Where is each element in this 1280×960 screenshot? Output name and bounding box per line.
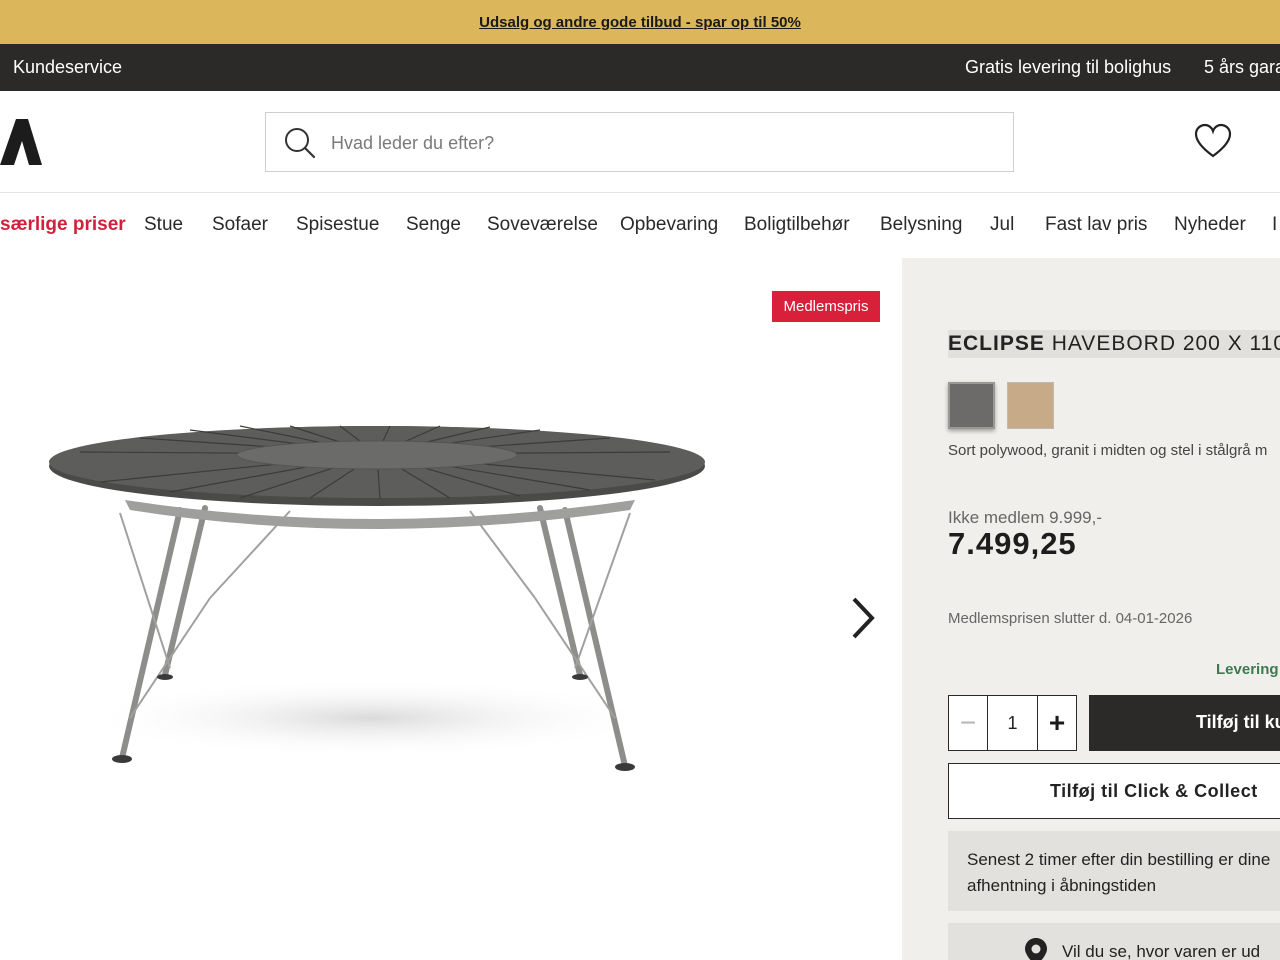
nav-item-stue[interactable]: Stue — [144, 214, 183, 236]
category-nav: særlige priser Stue Sofaer Spisestue Sen… — [0, 194, 1280, 258]
chevron-right-icon[interactable] — [840, 593, 884, 643]
variant-description: Sort polywood, granit i midten og stel i… — [948, 442, 1268, 459]
site-header — [0, 91, 1280, 193]
quantity-stepper: − 1 + — [948, 695, 1077, 751]
add-to-cart-button[interactable]: Tilføj til ku — [1089, 695, 1280, 751]
search-box[interactable] — [265, 112, 1014, 172]
product-title: ECLIPSE HAVEBORD 200 X 110 X — [948, 330, 1280, 358]
nav-item-special-prices[interactable]: særlige priser — [0, 214, 126, 236]
nav-item-belysning[interactable]: Belysning — [880, 214, 962, 236]
member-price-end-date: Medlemsprisen slutter d. 04-01-2026 — [948, 610, 1193, 627]
pickup-info-line-2: afhentning i åbningstiden — [967, 876, 1157, 895]
heart-icon[interactable] — [1194, 123, 1232, 159]
product-image — [49, 425, 705, 771]
non-member-price: Ikke medlem 9.999,- — [948, 508, 1103, 527]
brand-logo[interactable] — [0, 119, 42, 165]
promo-link[interactable]: Udsalg og andre gode tilbud - spar op ti… — [479, 14, 801, 31]
promo-bar: Udsalg og andre gode tilbud - spar op ti… — [0, 0, 1280, 44]
click-collect-button[interactable]: Tilføj til Click & Collect — [948, 763, 1280, 819]
nav-item-boligtilbehor[interactable]: Boligtilbehør — [744, 214, 850, 236]
service-bar: Kundeservice Gratis levering til bolighu… — [0, 44, 1280, 91]
stock-locator-text: Vil du se, hvor varen er ud — [1062, 942, 1261, 960]
nav-item-jul[interactable]: Jul — [990, 214, 1014, 236]
search-input[interactable] — [331, 121, 991, 165]
product-name: HAVEBORD 200 X 110 X — [1051, 332, 1280, 355]
nav-item-senge[interactable]: Senge — [406, 214, 461, 236]
nav-item-spisestue[interactable]: Spisestue — [296, 214, 379, 236]
color-swatch-grey[interactable] — [948, 382, 995, 429]
member-price-badge: Medlemspris — [772, 291, 880, 322]
nav-item-overflow[interactable]: I — [1272, 214, 1277, 236]
customer-service-link[interactable]: Kundeservice — [13, 57, 122, 78]
delivery-info: Levering — [1216, 661, 1279, 678]
pickup-info: Senest 2 timer efter din bestilling er d… — [948, 831, 1280, 911]
increase-quantity-button[interactable]: + — [1038, 696, 1076, 750]
nav-item-nyheder[interactable]: Nyheder — [1174, 214, 1246, 236]
free-delivery-text: Gratis levering til bolighus — [965, 57, 1172, 77]
product-brand: ECLIPSE — [948, 332, 1045, 355]
warranty-text: 5 års gara — [1204, 57, 1280, 77]
pickup-info-line-1: Senest 2 timer efter din bestilling er d… — [967, 850, 1271, 869]
nav-item-opbevaring[interactable]: Opbevaring — [620, 214, 718, 236]
decrease-quantity-button[interactable]: − — [949, 696, 987, 750]
location-pin-icon — [1025, 938, 1047, 960]
product-gallery: Medlemspris — [0, 258, 902, 960]
nav-item-fast-lav-pris[interactable]: Fast lav pris — [1045, 214, 1147, 236]
search-icon[interactable] — [284, 127, 316, 159]
quantity-value[interactable]: 1 — [987, 696, 1038, 750]
member-price: 7.499,25 — [948, 526, 1077, 561]
color-swatch-beige[interactable] — [1007, 382, 1054, 429]
product-info-panel: ECLIPSE HAVEBORD 200 X 110 X Sort polywo… — [902, 258, 1280, 960]
nav-item-sovevaerelse[interactable]: Soveværelse — [487, 214, 598, 236]
nav-item-sofaer[interactable]: Sofaer — [212, 214, 268, 236]
stock-locator[interactable]: Vil du se, hvor varen er ud — [948, 923, 1280, 960]
